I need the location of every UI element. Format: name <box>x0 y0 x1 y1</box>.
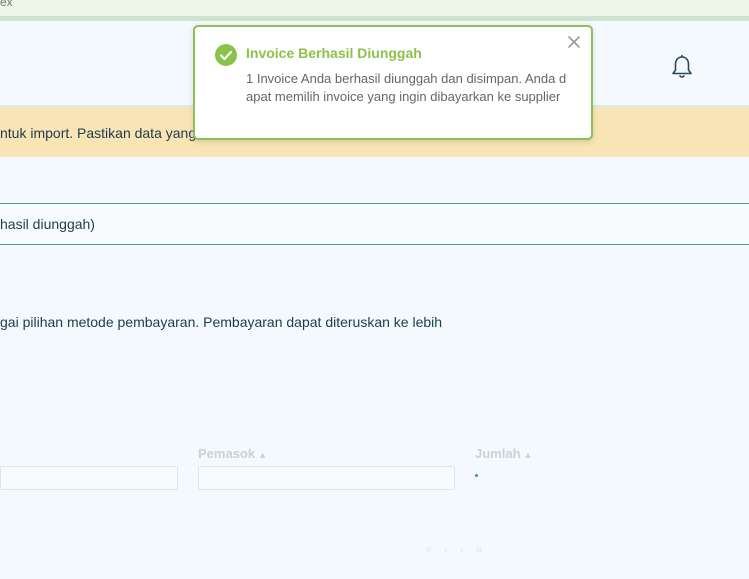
success-toast: Invoice Berhasil Diunggah 1 Invoice Anda… <box>193 25 593 140</box>
column-header-pemasok[interactable]: Pemasok ▲︎ <box>198 446 267 461</box>
column-header-jumlah-label: Jumlah <box>475 446 521 461</box>
pagination-next[interactable]: › <box>460 542 476 556</box>
check-circle-icon <box>215 44 237 66</box>
filter-input-first[interactable] <box>0 466 178 490</box>
toast-message: 1 Invoice Anda berhasil diunggah dan dis… <box>246 71 567 104</box>
import-warning-text: ntuk import. Pastikan data yang <box>0 125 197 141</box>
column-header-jumlah[interactable]: Jumlah ▲︎ <box>475 446 532 461</box>
pagination-last[interactable]: » <box>476 542 495 556</box>
sort-icon[interactable]: ▲︎ <box>524 450 533 460</box>
filter-input-pemasok[interactable] <box>198 466 455 490</box>
bell-icon[interactable] <box>670 54 694 80</box>
sort-icon[interactable]: ▲︎ <box>258 450 267 460</box>
pagination-first[interactable]: « <box>425 542 444 556</box>
toast-title: Invoice Berhasil Diunggah <box>246 45 422 61</box>
upload-status-text: hasil diunggah) <box>0 216 95 232</box>
pagination: «‹›» <box>425 542 494 556</box>
pagination-prev[interactable]: ‹ <box>444 542 460 556</box>
payment-method-description: gai pilihan metode pembayaran. Pembayara… <box>0 314 443 330</box>
top-strip-fragment: ex <box>0 0 13 9</box>
close-icon[interactable] <box>567 35 581 49</box>
column-header-pemasok-label: Pemasok <box>198 446 256 461</box>
top-strip: ex <box>0 0 749 21</box>
upload-status-row: hasil diunggah) <box>0 203 749 245</box>
loading-dot <box>475 474 478 477</box>
